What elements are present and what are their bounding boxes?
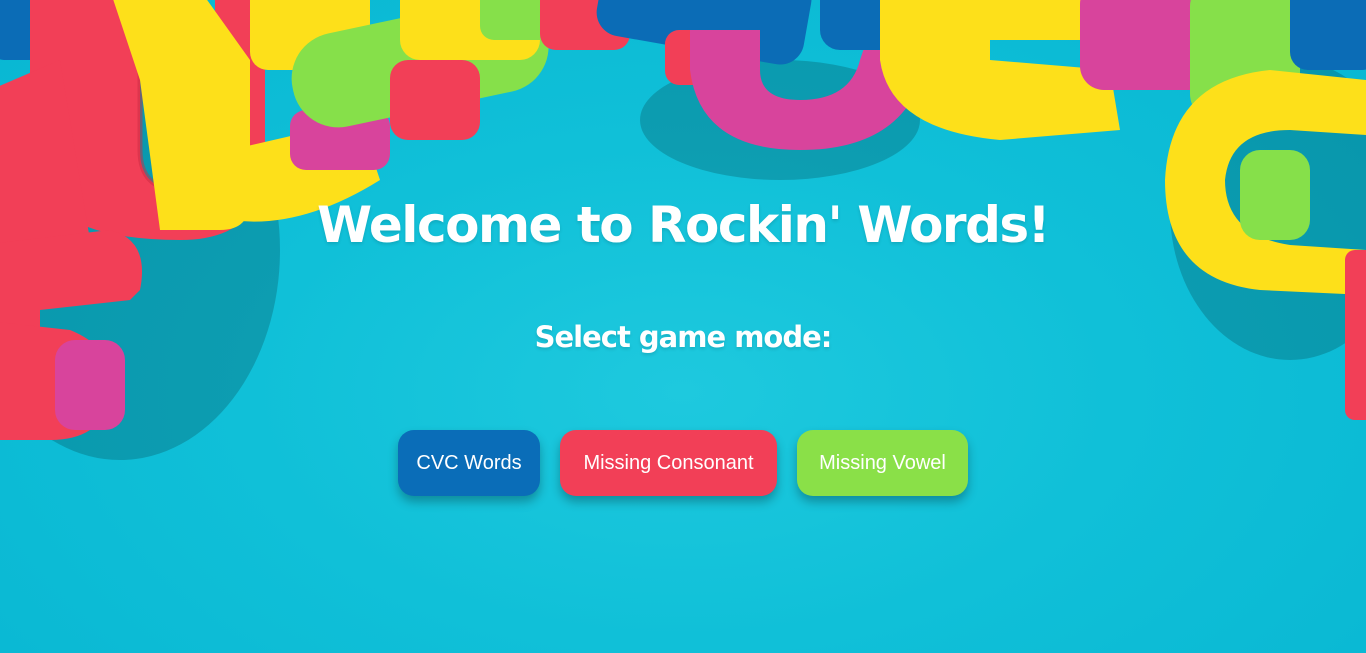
game-screen: Welcome to Rockin' Words! Select game mo…: [0, 0, 1366, 653]
missing-vowel-button[interactable]: Missing Vowel: [797, 430, 968, 496]
missing-consonant-button[interactable]: Missing Consonant: [560, 430, 777, 496]
cvc-words-button[interactable]: CVC Words: [398, 430, 540, 496]
game-mode-prompt: Select game mode:: [534, 320, 833, 354]
page-title: Welcome to Rockin' Words!: [317, 196, 1050, 254]
